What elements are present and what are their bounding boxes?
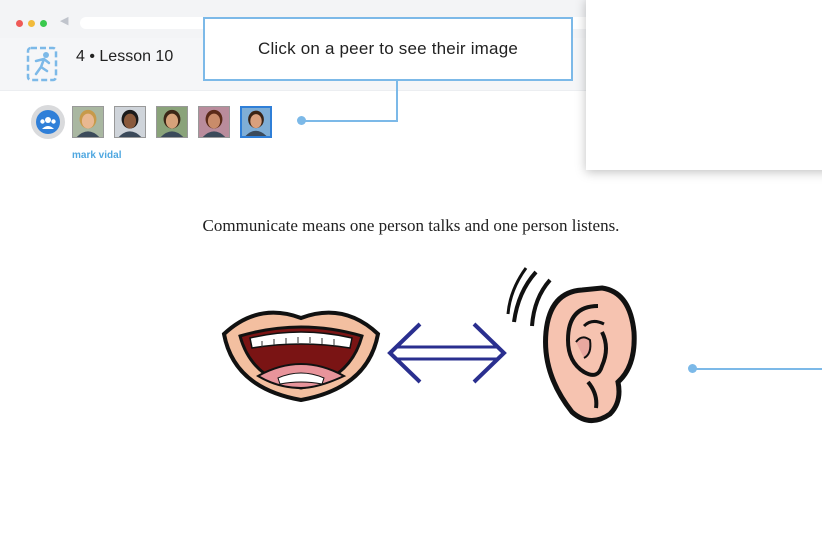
tooltip-callout: Click on a peer to see their image (203, 17, 573, 81)
callout-connector-horizontal (302, 120, 398, 122)
right-callout-connector (694, 368, 822, 370)
peer-photo (157, 107, 187, 137)
slide-sentence: Communicate means one person talks and o… (202, 216, 620, 235)
lesson-runner-icon[interactable] (22, 44, 62, 84)
peer-avatar-1[interactable] (72, 106, 104, 138)
peer-avatar-3[interactable] (156, 106, 188, 138)
lesson-title: 4 • Lesson 10 (76, 48, 174, 65)
mouth-illustration (221, 310, 381, 403)
right-overlay-panel (586, 0, 822, 170)
back-arrow-icon[interactable]: ◀ (60, 14, 68, 27)
ear-illustration (506, 267, 637, 423)
callout-connector-vertical (396, 81, 398, 121)
group-icon[interactable] (30, 104, 66, 140)
peer-avatar-5[interactable] (240, 106, 272, 138)
maximize-window-dot[interactable] (40, 20, 47, 27)
callout-pointer-dot (297, 116, 306, 125)
selected-peer-name: mark vidal (72, 150, 122, 161)
peer-avatar-4[interactable] (198, 106, 230, 138)
minimize-window-dot[interactable] (28, 20, 35, 27)
close-window-dot[interactable] (16, 20, 23, 27)
double-arrow-icon (387, 322, 507, 384)
peer-photo (73, 107, 103, 137)
tooltip-text: Click on a peer to see their image (257, 39, 519, 58)
peer-photo (242, 108, 270, 136)
peer-photo (115, 107, 145, 137)
peer-avatar-2[interactable] (114, 106, 146, 138)
right-callout-pointer-dot (688, 364, 697, 373)
peer-photo (199, 107, 229, 137)
